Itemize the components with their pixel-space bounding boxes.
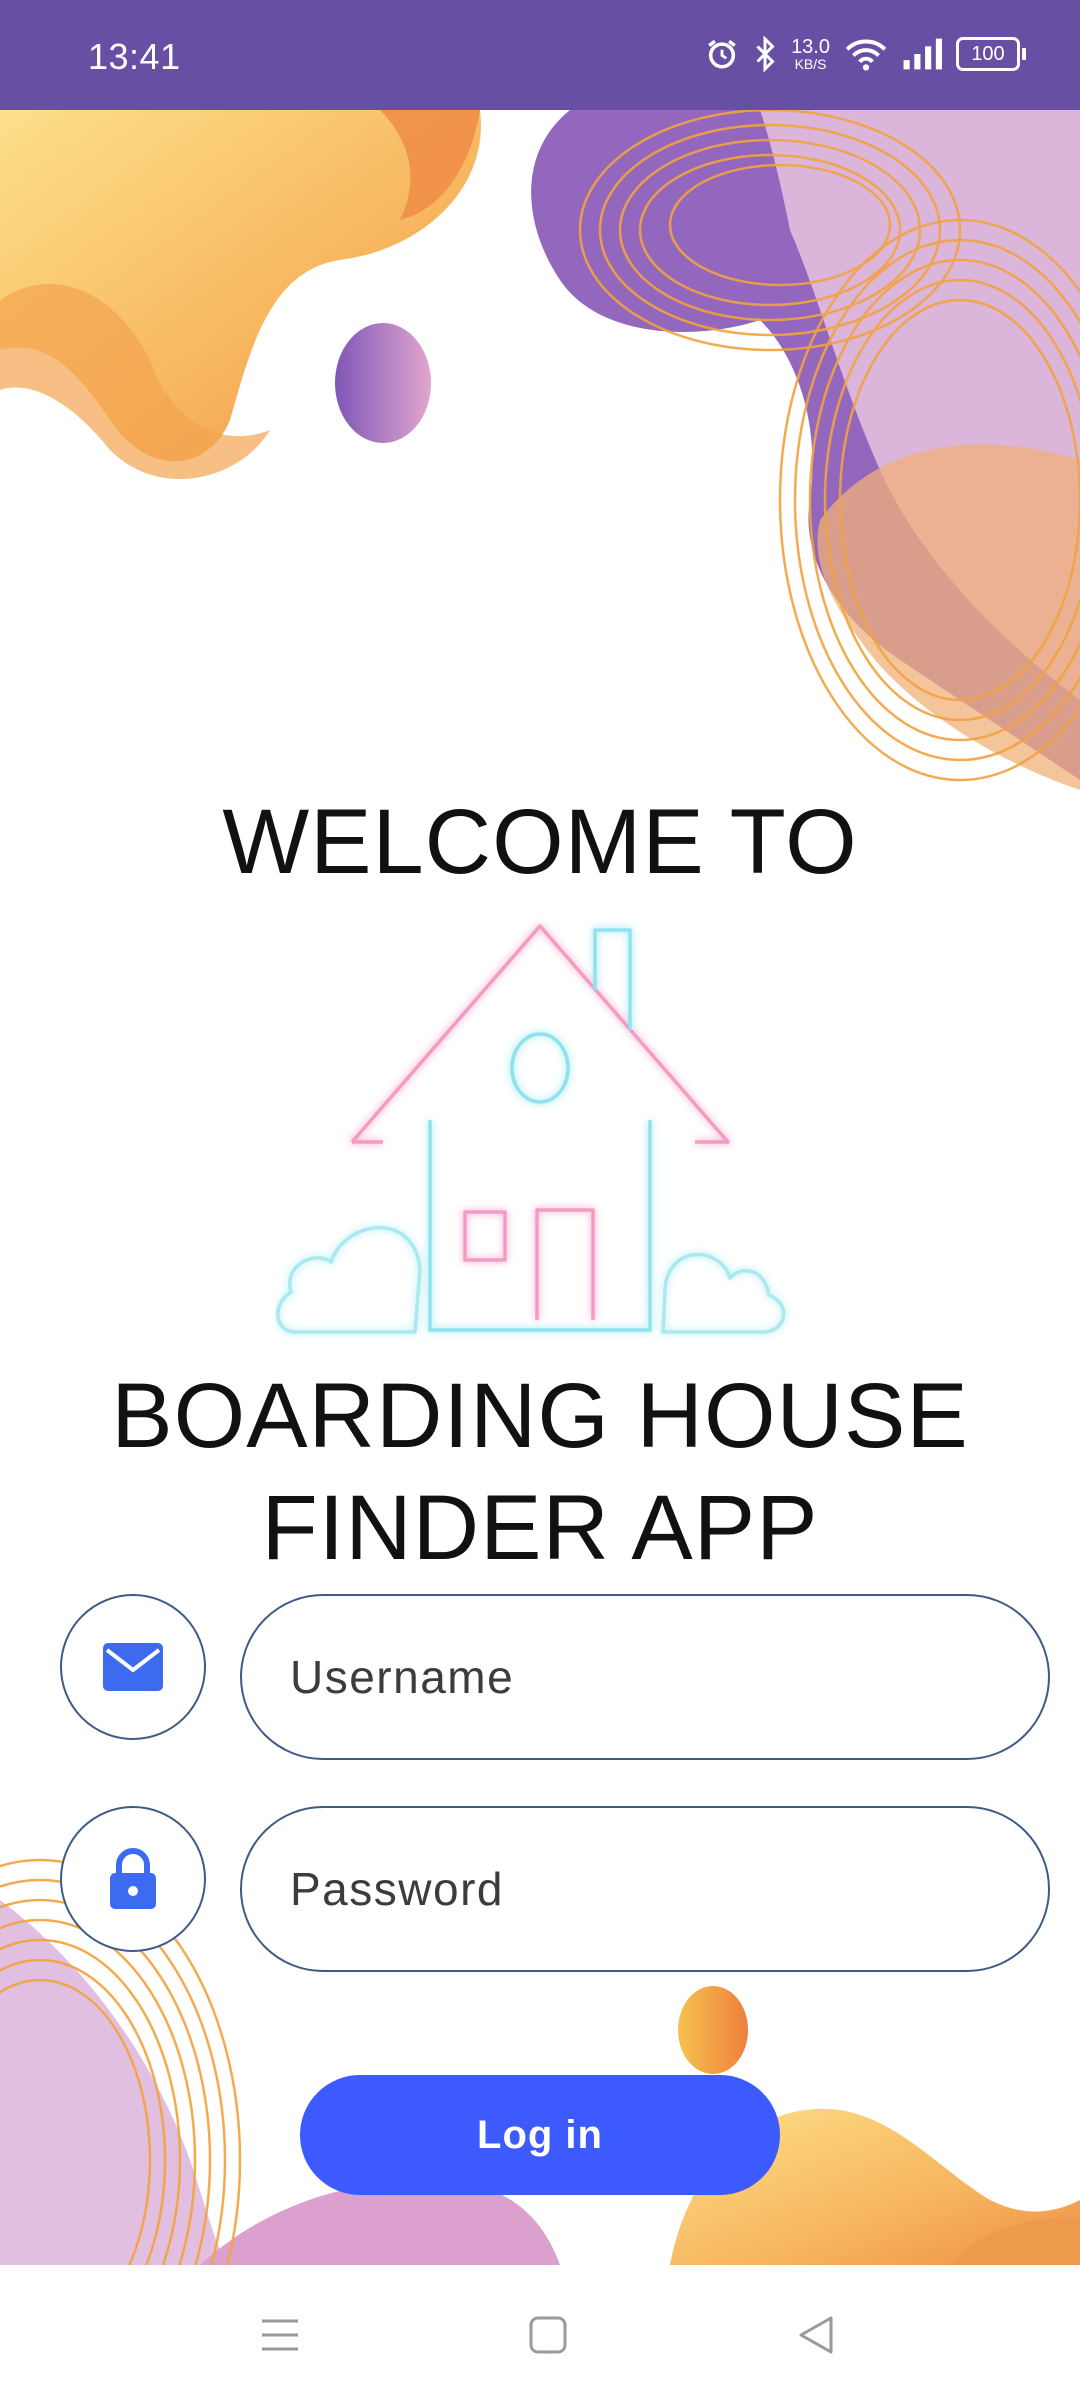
navigation-bar bbox=[0, 2265, 1080, 2400]
menu-icon bbox=[262, 2319, 298, 2351]
email-icon bbox=[103, 1643, 163, 1691]
app-title-line-1: BOARDING HOUSE bbox=[111, 1365, 969, 1467]
login-button[interactable]: Log in bbox=[300, 2075, 780, 2195]
menu-button[interactable] bbox=[250, 2305, 310, 2365]
email-icon-badge bbox=[60, 1594, 206, 1740]
net-speed-unit: KB/S bbox=[794, 56, 827, 72]
back-button[interactable] bbox=[786, 2305, 846, 2365]
net-speed: 13.0 KB/S bbox=[791, 37, 830, 71]
home-square-icon bbox=[529, 2316, 567, 2354]
bluetooth-icon bbox=[756, 36, 775, 72]
back-triangle-icon bbox=[799, 2316, 833, 2354]
net-speed-value: 13.0 bbox=[791, 36, 830, 58]
home-button[interactable] bbox=[518, 2305, 578, 2365]
battery-icon: 100 bbox=[956, 37, 1026, 71]
password-placeholder: Password bbox=[290, 1863, 504, 1915]
app-title-line-2: FINDER APP bbox=[261, 1477, 819, 1579]
house-logo bbox=[276, 924, 786, 1334]
wifi-icon bbox=[845, 39, 887, 71]
username-placeholder: Username bbox=[290, 1651, 515, 1703]
status-bar: 13:41 13.0 KB/S 100 bbox=[0, 0, 1080, 110]
lock-icon bbox=[110, 1848, 156, 1909]
signal-icon bbox=[903, 38, 942, 70]
app-title: BOARDING HOUSE FINDER APP bbox=[0, 1360, 1080, 1584]
lock-icon-badge bbox=[60, 1806, 206, 1952]
status-time: 13:41 bbox=[88, 36, 181, 77]
welcome-title: WELCOME TO bbox=[222, 791, 858, 893]
username-field[interactable]: Username bbox=[240, 1594, 1050, 1760]
password-field[interactable]: Password bbox=[240, 1806, 1050, 1972]
alarm-icon bbox=[708, 39, 736, 69]
status-icons: 13.0 KB/S 100 bbox=[705, 34, 1026, 74]
